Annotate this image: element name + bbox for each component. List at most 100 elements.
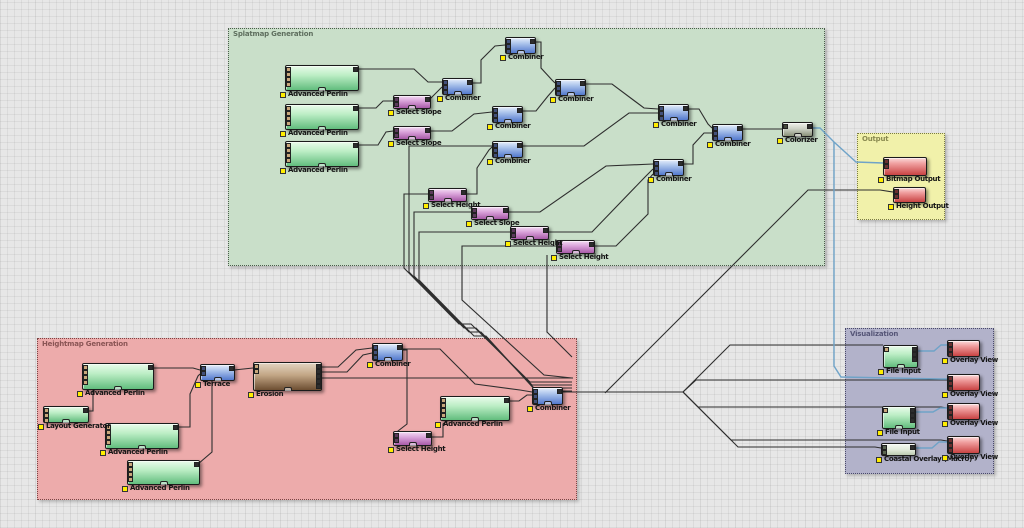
node-combiner[interactable] [505, 37, 536, 54]
node-port[interactable] [394, 438, 399, 443]
node-port[interactable] [353, 143, 358, 148]
node-overlay-view[interactable] [947, 403, 980, 420]
node-advanced-perlin[interactable] [440, 396, 510, 421]
node-enabled-checkbox-icon[interactable] [38, 423, 44, 430]
node-enabled-checkbox-icon[interactable] [280, 130, 286, 137]
node-port[interactable] [286, 82, 291, 87]
node-enabled-checkbox-icon[interactable] [942, 391, 948, 398]
node-port[interactable] [883, 408, 888, 413]
node-advanced-perlin[interactable] [127, 460, 200, 485]
node-enabled-checkbox-icon[interactable] [100, 449, 106, 456]
node-select-height[interactable] [428, 188, 467, 202]
node-port[interactable] [353, 67, 358, 72]
node-port[interactable] [511, 233, 516, 238]
node-port[interactable] [201, 371, 206, 376]
node-enabled-checkbox-icon[interactable] [888, 203, 894, 210]
node-combiner[interactable] [372, 343, 403, 361]
node-overlay-view[interactable] [947, 340, 980, 357]
node-enabled-checkbox-icon[interactable] [122, 485, 128, 492]
node-select-height[interactable] [393, 431, 432, 446]
node-overlay-view[interactable] [947, 374, 980, 391]
node-port[interactable] [286, 158, 291, 163]
node-advanced-perlin[interactable] [105, 423, 179, 449]
node-enabled-checkbox-icon[interactable] [248, 391, 254, 398]
node-enabled-checkbox-icon[interactable] [653, 121, 659, 128]
node-enabled-checkbox-icon[interactable] [500, 54, 506, 61]
node-combiner[interactable] [492, 141, 523, 158]
node-advanced-perlin[interactable] [82, 363, 154, 390]
node-port[interactable] [783, 124, 788, 129]
node-port[interactable] [173, 425, 178, 430]
node-port[interactable] [894, 194, 899, 199]
node-enabled-checkbox-icon[interactable] [487, 158, 493, 165]
node-combiner[interactable] [492, 106, 523, 123]
node-port[interactable] [394, 133, 399, 138]
node-port[interactable] [467, 80, 472, 85]
node-enabled-checkbox-icon[interactable] [551, 254, 557, 261]
node-port[interactable] [286, 121, 291, 126]
node-enabled-checkbox-icon[interactable] [423, 202, 429, 209]
node-port[interactable] [394, 102, 399, 107]
node-port[interactable] [425, 97, 430, 102]
node-port[interactable] [426, 433, 431, 438]
node-select-slope[interactable] [393, 95, 431, 109]
node-enabled-checkbox-icon[interactable] [466, 220, 472, 227]
node-enabled-checkbox-icon[interactable] [388, 140, 394, 147]
node-enabled-checkbox-icon[interactable] [877, 429, 883, 436]
node-combiner[interactable] [653, 159, 684, 176]
node-port[interactable] [504, 398, 509, 403]
node-combiner[interactable] [532, 387, 563, 405]
node-port[interactable] [580, 81, 585, 86]
node-port[interactable] [589, 242, 594, 247]
node-enabled-checkbox-icon[interactable] [77, 390, 83, 397]
node-port[interactable] [83, 408, 88, 413]
node-port[interactable] [353, 106, 358, 111]
node-port[interactable] [441, 413, 446, 418]
node-port[interactable] [128, 477, 133, 482]
node-combiner[interactable] [442, 78, 473, 95]
node-port[interactable] [425, 128, 430, 133]
node-enabled-checkbox-icon[interactable] [707, 141, 713, 148]
node-enabled-checkbox-icon[interactable] [195, 381, 201, 388]
node-port[interactable] [397, 345, 402, 350]
node-enabled-checkbox-icon[interactable] [487, 123, 493, 130]
node-advanced-perlin[interactable] [285, 65, 359, 91]
node-select-slope[interactable] [393, 126, 431, 140]
node-port[interactable] [557, 247, 562, 252]
node-select-height[interactable] [510, 226, 549, 240]
node-port[interactable] [83, 380, 88, 385]
node-advanced-perlin[interactable] [285, 141, 359, 167]
node-port[interactable] [472, 213, 477, 218]
node-enabled-checkbox-icon[interactable] [280, 91, 286, 98]
node-enabled-checkbox-icon[interactable] [876, 456, 882, 463]
node-enabled-checkbox-icon[interactable] [367, 361, 373, 368]
node-port[interactable] [910, 418, 915, 423]
node-port[interactable] [557, 389, 562, 394]
node-file-input[interactable] [883, 345, 918, 368]
node-enabled-checkbox-icon[interactable] [550, 96, 556, 103]
node-overlay-view[interactable] [947, 436, 980, 454]
node-port[interactable] [517, 143, 522, 148]
node-combiner[interactable] [555, 79, 586, 96]
node-port[interactable] [884, 164, 889, 169]
node-port[interactable] [530, 39, 535, 44]
node-bitmap-output[interactable] [883, 157, 927, 176]
node-port[interactable] [229, 366, 234, 371]
node-advanced-perlin[interactable] [285, 104, 359, 130]
node-port[interactable] [807, 124, 812, 129]
node-enabled-checkbox-icon[interactable] [777, 137, 783, 144]
node-enabled-checkbox-icon[interactable] [527, 405, 533, 412]
node-graph-canvas[interactable]: Splatmap Generation Heightmap Generation O… [0, 0, 1024, 528]
node-port[interactable] [254, 369, 259, 374]
node-combiner[interactable] [658, 104, 689, 121]
node-enabled-checkbox-icon[interactable] [435, 421, 441, 428]
node-layout-generator[interactable] [43, 406, 89, 423]
node-terrace[interactable] [200, 364, 235, 381]
node-port[interactable] [543, 228, 548, 233]
node-enabled-checkbox-icon[interactable] [942, 357, 948, 364]
node-port[interactable] [503, 208, 508, 213]
node-erosion[interactable] [253, 362, 322, 391]
node-port[interactable] [429, 195, 434, 200]
node-enabled-checkbox-icon[interactable] [648, 176, 654, 183]
node-enabled-checkbox-icon[interactable] [388, 446, 394, 453]
